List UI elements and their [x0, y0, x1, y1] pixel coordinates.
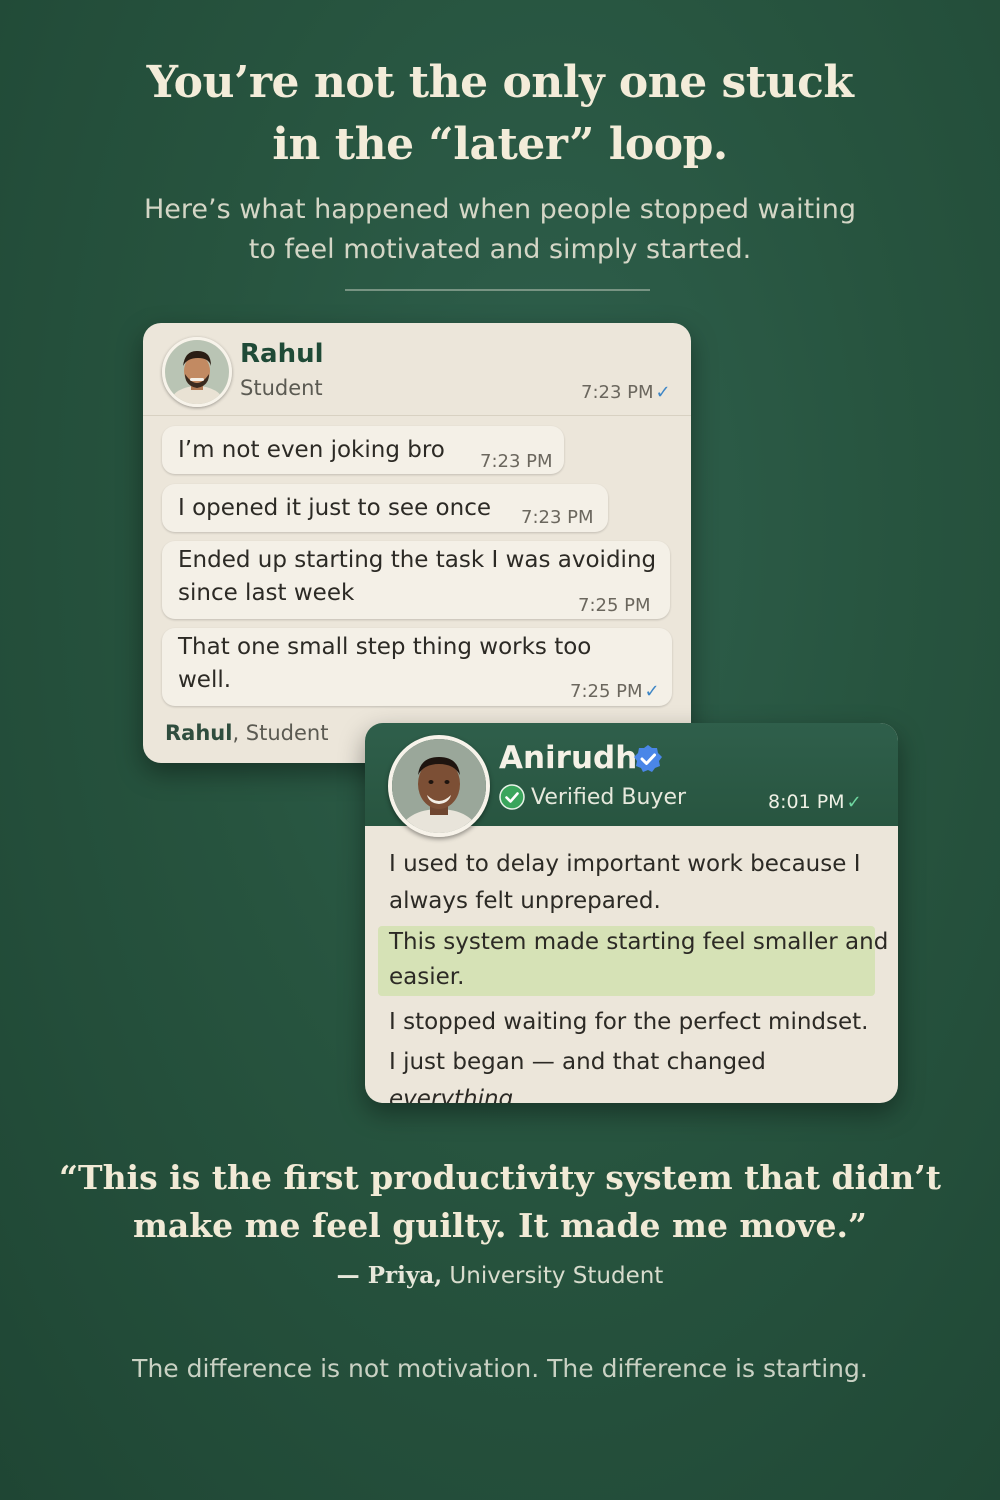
review-line: I used to delay important work because I: [389, 851, 861, 877]
headline: You’re not the only one stuck in the “la…: [0, 52, 1000, 176]
badge-text: Verified Buyer: [531, 785, 687, 810]
testimonial-quote: “This is the first productivity system t…: [0, 1154, 1000, 1250]
message-bubble: Ended up starting the task I was avoidin…: [162, 541, 670, 619]
closing-statement: The difference is not motivation. The di…: [132, 1354, 868, 1383]
message-text: I opened it just to see once: [178, 495, 491, 521]
rahul-chat-card: Rahul Student 7:23 PM ✓ I’m not even joki…: [143, 323, 691, 763]
subheadline-line-1: Here’s what happened when people stopped…: [143, 194, 857, 225]
quote-line-1: “This is the first productivity system t…: [59, 1158, 941, 1197]
double-check-icon: ✓: [655, 382, 671, 403]
double-check-icon: ✓: [846, 792, 862, 813]
reviewer-name: Anirudh: [499, 740, 638, 776]
review-timestamp: 8:01 PM ✓: [768, 791, 862, 813]
message-text: That one small step thing works too well…: [178, 631, 591, 697]
contact-name: Rahul: [240, 339, 324, 369]
chat-header: Rahul Student 7:23 PM ✓: [143, 323, 691, 416]
green-check-icon: [499, 784, 525, 810]
verified-badge-icon: [634, 745, 662, 772]
review-time: 8:01 PM: [768, 791, 845, 813]
attribution-dash: —: [336, 1263, 368, 1289]
attribution-name: Priya,: [367, 1262, 443, 1289]
divider: [345, 289, 650, 291]
footer-name: Rahul: [165, 721, 233, 745]
attribution-role: University Student: [442, 1263, 664, 1289]
review-line: I stopped waiting for the perfect mindse…: [389, 1009, 869, 1035]
header-time: 7:23 PM: [581, 382, 654, 403]
avatar: [162, 337, 232, 407]
message-time: 7:25 PM: [578, 595, 651, 616]
headline-line-2: in the “later” loop.: [272, 119, 728, 170]
quote-line-2: make me feel guilty. It made me move.”: [132, 1206, 867, 1245]
message-time: 7:25 PM: [570, 681, 643, 702]
review-emphasis: everything.: [389, 1086, 521, 1103]
headline-line-1: You’re not the only one stuck: [146, 57, 854, 108]
double-check-icon: ✓: [644, 681, 660, 702]
review-line: I just began — and that changed everythi…: [389, 1044, 898, 1103]
message-line: well.: [178, 667, 232, 693]
subheadline-line-2: to feel motivated and simply started.: [248, 234, 752, 265]
message-line: That one small step thing works too: [178, 634, 592, 660]
message-text: I’m not even joking bro: [178, 437, 445, 463]
avatar: [388, 735, 490, 837]
message-timestamp: 7:25 PM ✓: [570, 675, 660, 708]
anirudh-review-card: Anirudh Verified Buyer 8:01 PM ✓ I used t…: [365, 723, 898, 1103]
review-line: always felt unprepared.: [389, 888, 661, 914]
verified-buyer-label: Verified Buyer: [499, 784, 686, 810]
message-time: 7:23 PM: [480, 451, 553, 472]
review-line-text: I just began — and that changed: [389, 1049, 766, 1075]
footer-role: , Student: [232, 721, 329, 745]
subheadline: Here’s what happened when people stopped…: [100, 190, 900, 270]
message-time: 7:23 PM: [521, 507, 594, 528]
header-timestamp: 7:23 PM ✓: [581, 382, 671, 403]
review-line-highlighted: This system made starting feel smaller a…: [389, 929, 889, 955]
message-line: Ended up starting the task I was avoidin…: [178, 547, 657, 573]
message-bubble: I’m not even joking bro 7:23 PM: [162, 426, 564, 474]
message-bubble: That one small step thing works too well…: [162, 628, 672, 706]
quote-attribution: — Priya, University Student: [0, 1262, 1000, 1289]
review-line-highlighted: easier.: [389, 964, 465, 990]
message-bubble: I opened it just to see once 7:23 PM: [162, 484, 608, 532]
contact-role: Student: [240, 376, 323, 400]
card-footer: Rahul, Student: [165, 721, 328, 745]
